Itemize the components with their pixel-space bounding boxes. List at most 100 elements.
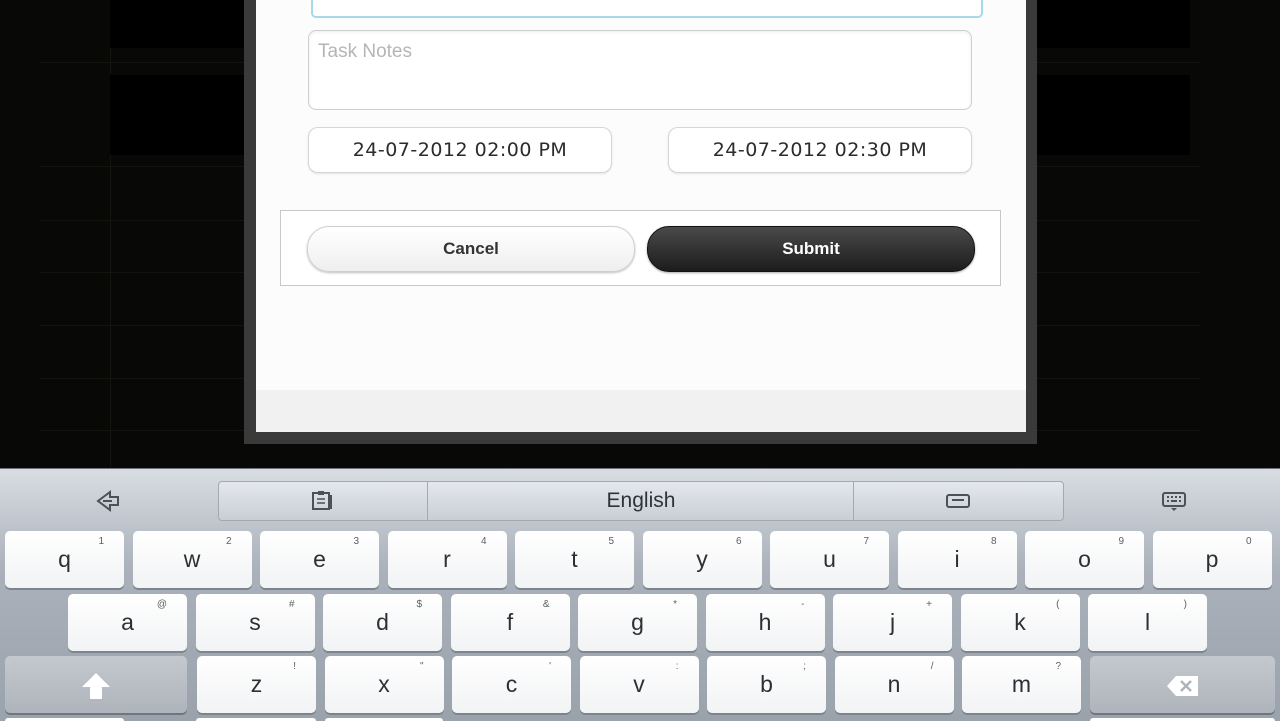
- key-label: u: [823, 546, 836, 572]
- key-label: y: [696, 546, 708, 572]
- key-label: w: [183, 546, 201, 572]
- key-v[interactable]: v:: [579, 656, 699, 713]
- key-label: j: [889, 609, 896, 635]
- key-label: q: [58, 546, 71, 572]
- key-m[interactable]: m?: [962, 656, 1081, 713]
- key-alt-label: ?: [1055, 661, 1061, 672]
- key-label: o: [1078, 546, 1091, 572]
- backspace-key[interactable]: [1090, 656, 1275, 713]
- key-alt-label: 4: [480, 536, 487, 547]
- key-u[interactable]: u7: [770, 531, 889, 588]
- key-f[interactable]: f &: [450, 594, 570, 651]
- key-label: g: [631, 609, 644, 635]
- key-alt-label: @: [156, 599, 167, 610]
- key-alt-label: 5: [608, 536, 614, 547]
- key-alt-label: 6: [735, 536, 742, 547]
- key-r[interactable]: r4: [387, 531, 507, 588]
- keyboard-collapse-icon[interactable]: [95, 489, 121, 518]
- key-o[interactable]: o9: [1025, 531, 1144, 588]
- key-label: a: [121, 609, 134, 635]
- key-s[interactable]: s #: [195, 594, 315, 651]
- key-g[interactable]: g *: [578, 594, 697, 651]
- key-alt-label: +: [926, 599, 932, 610]
- key-y[interactable]: y6: [642, 531, 762, 588]
- shift-key[interactable]: [5, 656, 187, 713]
- key-alt-label: #: [288, 599, 295, 610]
- shift-icon: [82, 673, 110, 700]
- key-j[interactable]: j +: [833, 594, 952, 651]
- key-label: p: [1205, 546, 1219, 572]
- key-label: l: [1144, 609, 1151, 635]
- key-label: k: [1014, 609, 1026, 635]
- key-label: i: [954, 546, 960, 572]
- key-label: c: [505, 671, 518, 697]
- key-alt-label: 2: [225, 536, 232, 547]
- key-alt-label: 7: [863, 536, 869, 547]
- key-alt-label: 0: [1245, 536, 1252, 547]
- task-title-input[interactable]: [311, 0, 983, 18]
- key-alt-label: ;: [803, 661, 806, 672]
- key-alt-label: !: [293, 661, 296, 672]
- key-n[interactable]: n /: [834, 656, 954, 713]
- space-icon: [944, 489, 972, 518]
- key-label: n: [887, 671, 901, 697]
- key-alt-label: (: [1056, 599, 1060, 610]
- key-label: f: [506, 609, 514, 635]
- key-alt-label: $: [416, 599, 422, 610]
- key-alt-label: &: [542, 599, 550, 610]
- key-l[interactable]: l): [1088, 594, 1207, 651]
- backspace-icon: [1166, 676, 1198, 697]
- key-label: x: [378, 671, 390, 697]
- key-alt-label: :: [675, 661, 679, 672]
- keyboard-settings-icon[interactable]: [1160, 489, 1188, 518]
- key-label: e: [313, 546, 326, 572]
- task-notes-placeholder: Task Notes: [318, 41, 412, 62]
- key-d[interactable]: d $: [323, 594, 442, 651]
- key-label: m: [1011, 671, 1032, 697]
- key-z[interactable]: z!: [197, 656, 316, 713]
- key-label: r: [443, 546, 451, 572]
- time-column: [40, 0, 111, 468]
- key-alt-label: -: [801, 599, 805, 610]
- cursor-button[interactable]: [853, 481, 1064, 521]
- key-h[interactable]: h-: [705, 594, 825, 651]
- key-alt-label: 3: [353, 536, 359, 547]
- task-notes-input[interactable]: Task Notes: [308, 30, 972, 110]
- key-alt-label: ): [1183, 599, 1187, 610]
- key-alt-label: 9: [1118, 536, 1124, 547]
- language-selector[interactable]: English: [427, 481, 855, 521]
- start-datetime-button[interactable]: 24-07-2012 02:00 PM: [308, 127, 612, 173]
- key-b[interactable]: b;: [707, 656, 826, 713]
- key-x[interactable]: x ": [324, 656, 444, 713]
- key-q[interactable]: q1: [5, 531, 124, 588]
- dialog-footer: [256, 390, 1026, 432]
- key-alt-label: *: [673, 599, 677, 610]
- key-label: v: [633, 671, 645, 697]
- key-a[interactable]: a @: [68, 594, 187, 651]
- key-alt-label: 8: [990, 536, 997, 547]
- key-label: b: [760, 671, 773, 697]
- key-t[interactable]: t5: [515, 531, 634, 588]
- end-datetime-button[interactable]: 24-07-2012 02:30 PM: [668, 127, 972, 173]
- key-p[interactable]: p0: [1152, 531, 1272, 588]
- key-label: s: [249, 609, 261, 635]
- key-e[interactable]: e3: [260, 531, 379, 588]
- key-label: h: [758, 609, 772, 635]
- key-k[interactable]: k(: [960, 594, 1080, 651]
- key-alt-label: ': [549, 661, 551, 672]
- key-alt-label: 1: [98, 536, 104, 547]
- key-alt-label: /: [930, 661, 934, 672]
- key-c[interactable]: c ': [452, 656, 571, 713]
- key-w[interactable]: w2: [132, 531, 252, 588]
- clipboard-icon: [309, 489, 337, 518]
- key-label: t: [571, 546, 578, 572]
- key-alt-label: ": [419, 661, 424, 672]
- cancel-button[interactable]: Cancel: [307, 226, 635, 272]
- key-i[interactable]: i8: [897, 531, 1017, 588]
- submit-button[interactable]: Submit: [647, 226, 975, 272]
- onscreen-keyboard: English q1w2e3r4t5y6u7i8o9p0 a @ s # d $ f & g * h…: [0, 468, 1280, 721]
- key-label: d: [376, 609, 389, 635]
- clipboard-button[interactable]: [218, 481, 429, 521]
- keyboard-toolbar: English: [0, 469, 1280, 525]
- key-label: z: [250, 671, 263, 697]
